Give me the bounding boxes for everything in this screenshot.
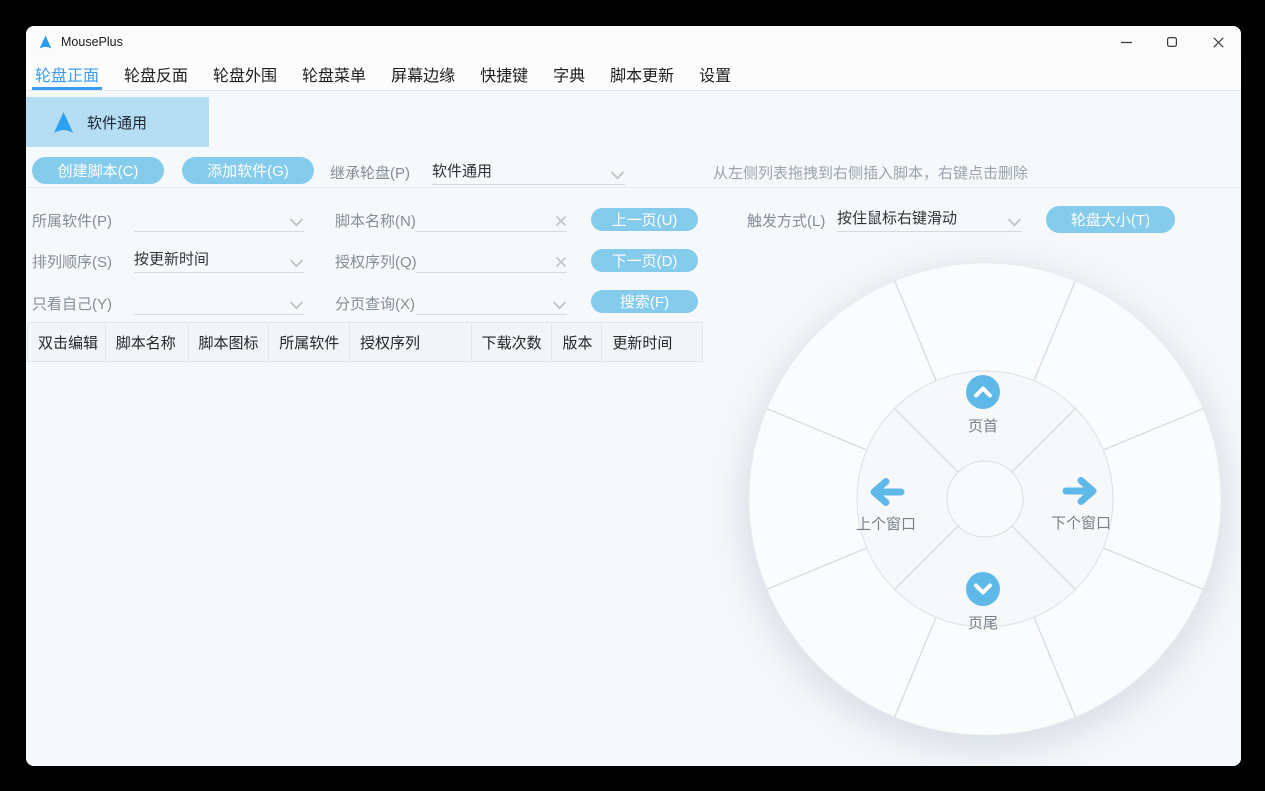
column-header-script-name: 脚本名称: [106, 323, 189, 361]
titlebar: MousePlus: [26, 26, 1241, 58]
clear-icon[interactable]: [555, 256, 567, 268]
chevron-down-icon: [289, 301, 304, 310]
column-header-script-icon: 脚本图标: [189, 323, 270, 361]
only-mine-label: 只看自己(Y): [32, 293, 112, 314]
column-header-update-time: 更新时间: [602, 323, 702, 361]
chevron-down-icon: [289, 218, 304, 227]
wheel-segment-label: 下个窗口: [1051, 512, 1111, 533]
add-software-button[interactable]: 添加软件(G): [182, 157, 314, 184]
owner-software-select[interactable]: [134, 204, 304, 232]
wheel-background: [745, 259, 1225, 739]
sort-order-select[interactable]: 按更新时间: [134, 245, 304, 273]
maximize-icon: [1167, 37, 1177, 47]
next-page-button[interactable]: 下一页(D): [591, 249, 698, 272]
tab-wheel-back[interactable]: 轮盘反面: [121, 58, 191, 90]
wheel-segment-label: 页首: [968, 415, 998, 436]
license-serial-field: [416, 245, 567, 273]
chevron-down-icon: [552, 301, 567, 310]
main-content: 软件通用 创建脚本(C) 添加软件(G) 继承轮盘(P) 软件通用 从左侧列表拖…: [26, 91, 1241, 766]
trigger-mode-label: 触发方式(L): [747, 210, 825, 231]
prev-page-button[interactable]: 上一页(U): [591, 208, 698, 231]
clear-icon[interactable]: [555, 215, 567, 227]
trigger-mode-select[interactable]: 按住鼠标右键滑动: [837, 204, 1022, 232]
inherit-wheel-label: 继承轮盘(P): [330, 162, 410, 183]
wheel-size-button[interactable]: 轮盘大小(T): [1046, 206, 1175, 233]
wheel-preview: 页首 下个窗口 页尾 上个窗口: [745, 259, 1225, 739]
minimize-button[interactable]: [1103, 26, 1149, 58]
app-window: MousePlus 轮盘正面 轮盘反面 轮盘外围 轮盘菜单 屏幕边缘 快捷键 字…: [26, 26, 1241, 766]
window-title: MousePlus: [61, 35, 123, 49]
chevron-up-circle-icon: [966, 375, 1000, 409]
inherit-wheel-value: 软件通用: [432, 160, 606, 181]
wheel-segment-prev-window[interactable]: 上个窗口: [856, 477, 916, 534]
app-logo-icon: [39, 35, 52, 49]
column-header-owner-software: 所属软件: [269, 323, 350, 361]
sort-order-label: 排列顺序(S): [32, 251, 112, 272]
nav-tabbar: 轮盘正面 轮盘反面 轮盘外围 轮盘菜单 屏幕边缘 快捷键 字典 脚本更新 设置: [26, 58, 1241, 91]
tab-screen-edge[interactable]: 屏幕边缘: [388, 58, 458, 90]
minimize-icon: [1121, 37, 1132, 48]
profile-tab-general-software[interactable]: 软件通用: [26, 97, 209, 147]
tab-dictionary[interactable]: 字典: [550, 58, 588, 90]
license-serial-input[interactable]: [416, 252, 551, 269]
wheel-segment-label: 上个窗口: [856, 513, 916, 534]
only-mine-select[interactable]: [134, 287, 304, 315]
tab-hotkeys[interactable]: 快捷键: [477, 58, 531, 90]
create-script-button[interactable]: 创建脚本(C): [32, 157, 164, 184]
wheel-segment-page-bottom[interactable]: 页尾: [966, 572, 1000, 633]
page-query-select[interactable]: [416, 287, 567, 315]
column-header-double-click-edit: 双击编辑: [28, 323, 106, 361]
drag-hint-text: 从左侧列表拖拽到右侧插入脚本，右键点击删除: [713, 162, 1028, 183]
trigger-mode-value: 按住鼠标右键滑动: [837, 207, 1003, 228]
wheel-segment-label: 页尾: [968, 612, 998, 633]
chevron-down-icon: [289, 259, 304, 268]
inherit-wheel-select[interactable]: 软件通用: [432, 157, 625, 185]
tab-wheel-front[interactable]: 轮盘正面: [32, 58, 102, 90]
script-name-input[interactable]: [416, 211, 551, 228]
maximize-button[interactable]: [1149, 26, 1195, 58]
cursor-arrow-icon: [53, 111, 74, 134]
page-query-label: 分页查询(X): [335, 293, 415, 314]
script-table-header: 双击编辑 脚本名称 脚本图标 所属软件 授权序列 下载次数 版本 更新时间: [27, 322, 703, 362]
license-serial-label: 授权序列(Q): [335, 251, 417, 272]
tab-settings[interactable]: 设置: [696, 58, 734, 90]
sort-order-value: 按更新时间: [134, 248, 285, 269]
script-name-field: [416, 204, 567, 232]
column-header-license-serial: 授权序列: [350, 323, 472, 361]
close-icon: [1213, 37, 1224, 48]
arrow-right-icon: [1061, 476, 1101, 506]
toolbar-divider: [26, 187, 1241, 188]
profile-tab-label: 软件通用: [87, 112, 147, 133]
chevron-down-circle-icon: [966, 572, 1000, 606]
owner-software-label: 所属软件(P): [32, 210, 112, 231]
search-button[interactable]: 搜索(F): [591, 290, 698, 313]
wheel-segment-next-window[interactable]: 下个窗口: [1051, 476, 1111, 533]
tab-wheel-outer[interactable]: 轮盘外围: [210, 58, 280, 90]
tab-wheel-menu[interactable]: 轮盘菜单: [299, 58, 369, 90]
chevron-down-icon: [1007, 218, 1022, 227]
arrow-left-icon: [866, 477, 906, 507]
column-header-version: 版本: [552, 323, 602, 361]
tab-script-update[interactable]: 脚本更新: [607, 58, 677, 90]
chevron-down-icon: [610, 171, 625, 180]
column-header-download-count: 下载次数: [472, 323, 553, 361]
close-button[interactable]: [1195, 26, 1241, 58]
wheel-segment-page-top[interactable]: 页首: [966, 375, 1000, 436]
script-name-label: 脚本名称(N): [335, 210, 416, 231]
